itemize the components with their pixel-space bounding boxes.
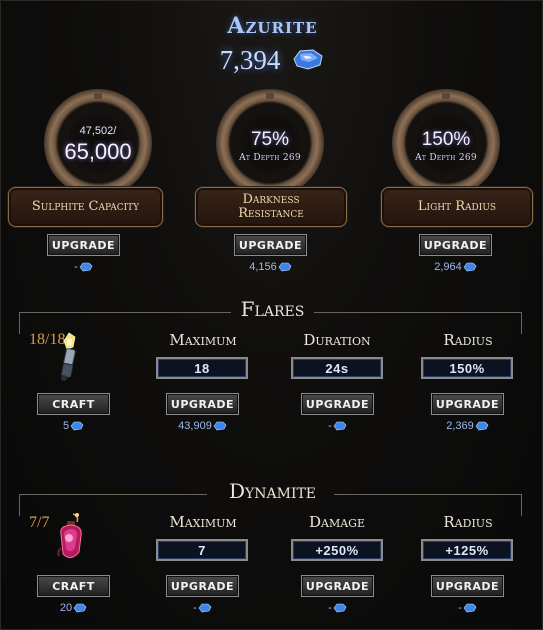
dynamite-maximum-upgrade-button[interactable]: UPGRADE — [166, 575, 239, 597]
dynamite-damage-cost: - — [301, 602, 374, 614]
flares-title: Flares — [240, 297, 305, 321]
flares-maximum-upgrade-button[interactable]: UPGRADE — [166, 393, 239, 415]
currency-total: 7,394 — [1, 45, 543, 76]
dynamite-damage-label: Damage — [309, 513, 365, 531]
sulphite-upgrade-cost: - — [47, 261, 120, 273]
dynamite-radius-cost: - — [431, 602, 504, 614]
darkness-resistance-value: 75% — [250, 129, 290, 150]
dynamite-maximum-cost: - — [166, 602, 239, 614]
azurite-icon — [291, 47, 325, 75]
dynamite-maximum-label: Maximum — [169, 513, 237, 531]
light-radius-upgrade-cost: 2,964 — [419, 261, 492, 273]
dynamite-title: Dynamite — [228, 479, 317, 503]
dynamite-radius-label: Radius — [443, 513, 493, 531]
sulphite-capacity-label: Sulphite Capacity — [8, 187, 163, 227]
azurite-icon — [333, 421, 347, 431]
light-radius-upgrade-button[interactable]: UPGRADE — [419, 234, 492, 256]
darkness-upgrade-button[interactable]: UPGRADE — [234, 234, 307, 256]
darkness-upgrade-cost: 4,156 — [234, 261, 307, 273]
dynamite-radius-value: +125% — [421, 539, 513, 561]
flares-craft-button[interactable]: CRAFT — [37, 393, 110, 415]
azurite-icon — [213, 421, 227, 431]
flares-duration-cost: - — [301, 420, 374, 432]
light-radius-label: Light Radius — [381, 187, 533, 227]
dynamite-damage-upgrade-button[interactable]: UPGRADE — [301, 575, 374, 597]
dynamite-craft-cost: 20 — [37, 602, 110, 614]
flares-duration-upgrade-button[interactable]: UPGRADE — [301, 393, 374, 415]
azurite-icon — [463, 603, 477, 613]
dynamite-count: 7/7 — [29, 514, 50, 531]
azurite-icon — [278, 262, 292, 272]
darkness-depth: At Depth 269 — [239, 153, 301, 163]
sulphite-capacity-dial: 47,502/ 65,000 — [44, 89, 152, 197]
azurite-icon — [333, 603, 347, 613]
flares-maximum-cost: 43,909 — [159, 420, 246, 432]
flares-radius-upgrade-button[interactable]: UPGRADE — [431, 393, 504, 415]
azurite-icon — [463, 262, 477, 272]
flares-radius-cost: 2,369 — [431, 420, 504, 432]
azurite-icon — [198, 603, 212, 613]
dynamite-damage-value: +250% — [291, 539, 383, 561]
dynamite-icon — [53, 512, 87, 568]
dynamite-radius-upgrade-button[interactable]: UPGRADE — [431, 575, 504, 597]
flares-craft-cost: 5 — [37, 420, 110, 432]
currency-title: Azurite — [227, 13, 318, 39]
azurite-amount: 7,394 — [219, 45, 281, 75]
flares-duration-label: Duration — [303, 331, 371, 349]
azurite-icon — [73, 603, 87, 613]
azurite-icon — [70, 421, 84, 431]
flare-icon — [55, 331, 81, 387]
light-radius-depth: At Depth 269 — [415, 153, 477, 163]
flares-duration-value: 24s — [291, 357, 383, 379]
darkness-resistance-label: Darkness Resistance — [195, 187, 347, 227]
darkness-resistance-dial: 75% At Depth 269 — [216, 89, 324, 197]
azurite-icon — [79, 262, 93, 272]
flares-radius-value: 150% — [421, 357, 513, 379]
flares-radius-label: Radius — [443, 331, 493, 349]
dynamite-craft-button[interactable]: CRAFT — [37, 575, 110, 597]
dynamite-maximum-value: 7 — [156, 539, 248, 561]
sulphite-max: 65,000 — [64, 139, 132, 164]
flares-maximum-label: Maximum — [169, 331, 237, 349]
azurite-icon — [475, 421, 489, 431]
sulphite-upgrade-button[interactable]: UPGRADE — [47, 234, 120, 256]
light-radius-dial: 150% At Depth 269 — [392, 89, 500, 197]
flares-maximum-value: 18 — [156, 357, 248, 379]
sulphite-current: 47,502/ — [79, 125, 117, 137]
delve-upgrades-panel: Azurite 7,394 47,502/ 65,000 Sulphite Ca… — [0, 0, 543, 630]
light-radius-value: 150% — [421, 129, 471, 150]
